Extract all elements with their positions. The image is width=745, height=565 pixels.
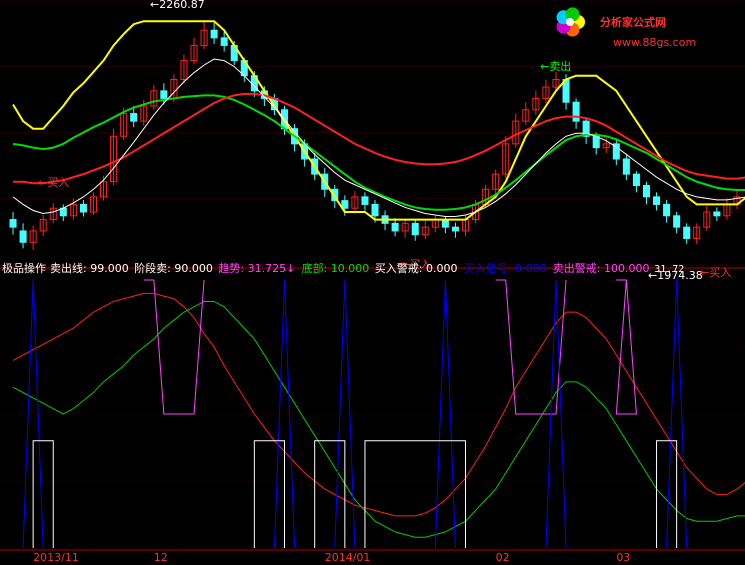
candle-body bbox=[210, 29, 218, 39]
indicator-legend-extra: 31.72 bbox=[654, 264, 684, 275]
watermark-url: www.88gs.com bbox=[613, 36, 696, 49]
candle-body bbox=[79, 203, 87, 213]
candle-body bbox=[451, 226, 459, 232]
candle-body bbox=[130, 113, 138, 122]
candle-body bbox=[441, 219, 449, 228]
indicator-legend-item: 买入信号: 0.000 bbox=[464, 262, 547, 275]
green-ma-line bbox=[12, 94, 745, 211]
candle-body bbox=[683, 226, 691, 239]
watermark-title: 分析家公式网 bbox=[600, 15, 666, 29]
candle-body bbox=[673, 215, 681, 228]
buy-warning bbox=[314, 440, 346, 548]
annotation-label: ←买入 bbox=[700, 266, 731, 279]
candle-body bbox=[9, 219, 17, 228]
x-axis-label: 12 bbox=[154, 551, 168, 564]
red-ma-line bbox=[13, 92, 745, 185]
site-watermark: 分析家公式网 www.88gs.com bbox=[556, 7, 696, 49]
candle-body bbox=[663, 203, 671, 217]
candle-body bbox=[622, 158, 630, 175]
candlestick-series bbox=[9, 21, 741, 250]
candle-body bbox=[391, 222, 399, 232]
candle-body bbox=[411, 222, 419, 236]
candle-body bbox=[713, 211, 721, 217]
indicator-title: 极品操作 bbox=[2, 261, 46, 275]
chart-wrapper: ←2260.87 ←1974.38 ←卖出 ←买入 ←买入 ←买入 极品操作 卖出线: 99.… bbox=[0, 0, 745, 565]
x-axis-label: 2013/11 bbox=[33, 551, 79, 564]
indicator-legend-item: 卖出线: 99.000 bbox=[50, 261, 129, 275]
indicator-legend-item: 底部: 10.000 bbox=[302, 261, 370, 275]
candle-body bbox=[19, 230, 27, 243]
buy-warning bbox=[656, 440, 678, 548]
indicator-legend-item: 买入警戒: 0.000 bbox=[375, 261, 458, 275]
x-axis-label: 2014/01 bbox=[325, 551, 371, 564]
annotation-label: ←2260.87 bbox=[150, 0, 205, 11]
candle-body bbox=[160, 90, 168, 99]
x-axis-label: 03 bbox=[616, 551, 630, 564]
candle-body bbox=[361, 196, 369, 205]
candle-body bbox=[220, 37, 228, 46]
flower-logo bbox=[556, 7, 585, 37]
annotation-label: ←买入 bbox=[38, 176, 69, 189]
buy-warning bbox=[253, 440, 286, 548]
flower-center bbox=[566, 18, 574, 26]
indicator-legend-item: 趋势: 31.725↓ bbox=[218, 262, 295, 275]
candle-body bbox=[592, 135, 600, 149]
candle-body bbox=[632, 173, 640, 186]
yellow-ma-line bbox=[12, 20, 745, 221]
candle-body bbox=[642, 185, 650, 198]
stock-chart: ←2260.87←1974.38←卖出←买入←买入←买入极品操作 卖出线: 99.… bbox=[0, 0, 745, 564]
candle-body bbox=[572, 101, 580, 122]
buy-warning bbox=[32, 440, 54, 548]
indicator-legend-item: 阶段卖: 90.000 bbox=[134, 261, 213, 275]
x-axis-label: 02 bbox=[496, 551, 510, 564]
sell-warning bbox=[615, 279, 637, 415]
candle-body bbox=[371, 203, 379, 217]
annotation-label: ←卖出 bbox=[540, 59, 571, 73]
candle-body bbox=[653, 196, 661, 205]
white-ma-line bbox=[12, 58, 745, 218]
indicator-legend-item: 卖出警戒: 100.000 bbox=[553, 261, 650, 275]
trend-line bbox=[12, 292, 745, 517]
bottom-line bbox=[12, 300, 745, 538]
